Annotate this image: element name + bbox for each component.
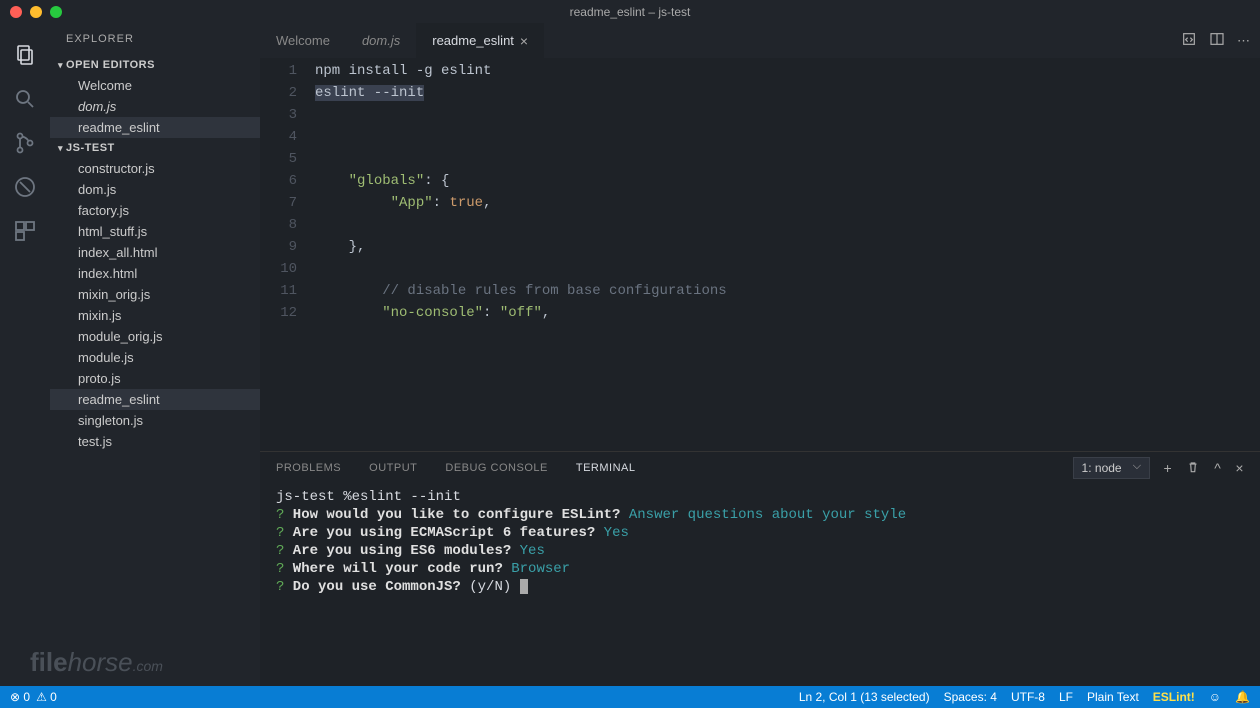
eslint-status[interactable]: ESLint! xyxy=(1153,690,1195,704)
editor-tabs: Welcome dom.js readme_eslint× ⋯ xyxy=(260,23,1260,58)
chevron-down-icon: ▾ xyxy=(58,60,63,71)
cursor-position[interactable]: Ln 2, Col 1 (13 selected) xyxy=(799,690,930,704)
file-tree-item[interactable]: dom.js xyxy=(50,179,260,200)
chevron-down-icon: ▾ xyxy=(58,143,63,154)
activity-bar xyxy=(0,23,50,686)
status-bar: ⊗ 0 ⚠ 0 Ln 2, Col 1 (13 selected) Spaces… xyxy=(0,686,1260,708)
debug-activity-icon[interactable] xyxy=(11,173,39,201)
file-tree-item[interactable]: module_orig.js xyxy=(50,326,260,347)
notifications-icon[interactable]: 🔔 xyxy=(1235,690,1250,704)
panel-tab-problems[interactable]: PROBLEMS xyxy=(276,462,341,474)
window-title: readme_eslint – js-test xyxy=(570,5,691,19)
panel-tab-output[interactable]: OUTPUT xyxy=(369,462,417,474)
file-tree-item[interactable]: index.html xyxy=(50,263,260,284)
panel-tab-debug-console[interactable]: DEBUG CONSOLE xyxy=(445,462,547,474)
line-number-gutter: 123456789101112 xyxy=(260,58,315,451)
close-tab-icon[interactable]: × xyxy=(520,33,528,49)
tab-readme-eslint[interactable]: readme_eslint× xyxy=(416,23,544,58)
file-tree-item[interactable]: html_stuff.js xyxy=(50,221,260,242)
text-editor[interactable]: 123456789101112 npm install -g eslintesl… xyxy=(260,58,1260,451)
encoding[interactable]: UTF-8 xyxy=(1011,690,1045,704)
search-activity-icon[interactable] xyxy=(11,85,39,113)
language-mode[interactable]: Plain Text xyxy=(1087,690,1139,704)
file-tree-item[interactable]: index_all.html xyxy=(50,242,260,263)
terminal-select[interactable]: 1: node xyxy=(1073,457,1150,479)
terminal-cursor xyxy=(520,579,528,594)
warnings-count[interactable]: ⚠ 0 xyxy=(36,690,57,704)
eol[interactable]: LF xyxy=(1059,690,1073,704)
source-control-activity-icon[interactable] xyxy=(11,129,39,157)
terminal-selector[interactable]: 1: node xyxy=(1073,457,1150,479)
window-controls xyxy=(0,6,62,18)
panel-tab-terminal[interactable]: TERMINAL xyxy=(576,462,636,474)
open-editor-item[interactable]: dom.js xyxy=(50,96,260,117)
maximize-window-button[interactable] xyxy=(50,6,62,18)
more-actions-icon[interactable]: ⋯ xyxy=(1237,33,1250,49)
open-editors-list: Welcome dom.js readme_eslint xyxy=(50,75,260,138)
open-editor-item[interactable]: Welcome xyxy=(50,75,260,96)
split-editor-icon[interactable] xyxy=(1209,31,1225,50)
open-editors-header[interactable]: ▾OPEN EDITORS xyxy=(50,55,260,75)
close-panel-icon[interactable]: × xyxy=(1235,460,1244,476)
close-window-button[interactable] xyxy=(10,6,22,18)
code-content[interactable]: npm install -g eslinteslint --init "glob… xyxy=(315,58,1260,451)
file-tree-item[interactable]: module.js xyxy=(50,347,260,368)
file-tree-item[interactable]: singleton.js xyxy=(50,410,260,431)
panel-tabs: PROBLEMS OUTPUT DEBUG CONSOLE TERMINAL 1… xyxy=(260,452,1260,484)
kill-terminal-icon[interactable] xyxy=(1186,460,1200,477)
editor-area: Welcome dom.js readme_eslint× ⋯ 12345678… xyxy=(260,23,1260,686)
extensions-activity-icon[interactable] xyxy=(11,217,39,245)
tab-domjs[interactable]: dom.js xyxy=(346,23,416,58)
project-file-list: constructor.jsdom.jsfactory.jshtml_stuff… xyxy=(50,158,260,452)
main-layout: EXPLORER ▾OPEN EDITORS Welcome dom.js re… xyxy=(0,23,1260,686)
compare-changes-icon[interactable] xyxy=(1181,31,1197,50)
indentation[interactable]: Spaces: 4 xyxy=(944,690,997,704)
tab-welcome[interactable]: Welcome xyxy=(260,23,346,58)
project-folder-header[interactable]: ▾JS-TEST xyxy=(50,138,260,158)
terminal-output[interactable]: js-test %eslint --init? How would you li… xyxy=(260,484,1260,686)
explorer-title: EXPLORER xyxy=(50,23,260,55)
minimize-window-button[interactable] xyxy=(30,6,42,18)
maximize-panel-icon[interactable]: ^ xyxy=(1214,460,1221,476)
file-tree-item[interactable]: factory.js xyxy=(50,200,260,221)
open-editor-item[interactable]: readme_eslint xyxy=(50,117,260,138)
file-tree-item[interactable]: mixin_orig.js xyxy=(50,284,260,305)
file-tree-item[interactable]: proto.js xyxy=(50,368,260,389)
titlebar: readme_eslint – js-test xyxy=(0,0,1260,23)
file-tree-item[interactable]: constructor.js xyxy=(50,158,260,179)
explorer-sidebar: EXPLORER ▾OPEN EDITORS Welcome dom.js re… xyxy=(50,23,260,686)
bottom-panel: PROBLEMS OUTPUT DEBUG CONSOLE TERMINAL 1… xyxy=(260,451,1260,686)
file-tree-item[interactable]: test.js xyxy=(50,431,260,452)
errors-count[interactable]: ⊗ 0 xyxy=(10,690,30,704)
file-tree-item[interactable]: readme_eslint xyxy=(50,389,260,410)
file-tree-item[interactable]: mixin.js xyxy=(50,305,260,326)
explorer-activity-icon[interactable] xyxy=(11,41,39,69)
editor-actions: ⋯ xyxy=(1181,23,1260,58)
feedback-icon[interactable]: ☺ xyxy=(1209,690,1221,704)
new-terminal-icon[interactable]: + xyxy=(1164,460,1173,476)
